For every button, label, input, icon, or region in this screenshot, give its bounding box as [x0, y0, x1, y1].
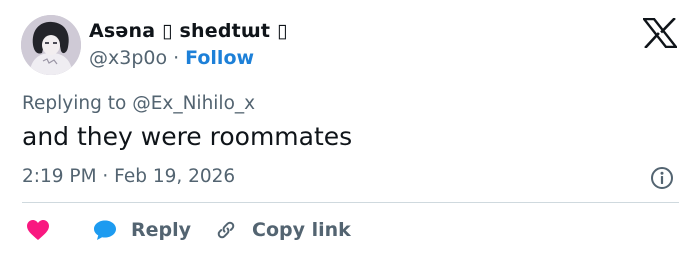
copy-link-button[interactable]: Copy link — [214, 216, 351, 244]
avatar[interactable] — [21, 15, 81, 75]
copy-link-label: Copy link — [252, 219, 351, 241]
replying-to-mention[interactable]: @Ex_Nihilo_x — [132, 93, 255, 114]
follow-button[interactable]: Follow — [185, 47, 254, 69]
reply-button[interactable]: Reply — [93, 216, 191, 244]
author-display-name[interactable]: Asəna ▯ shedtɯt ▯ — [89, 20, 288, 42]
heart-icon — [27, 220, 49, 240]
author-handle-line: @x3p0o · Follow — [89, 47, 254, 69]
embedded-tweet-card: Asəna ▯ shedtɯt ▯ @x3p0o · Follow Replying… — [0, 0, 700, 256]
reply-label: Reply — [131, 219, 192, 241]
x-logo-icon[interactable] — [641, 17, 679, 49]
replying-to-prefix: Replying to — [22, 93, 127, 114]
like-button[interactable] — [26, 216, 50, 244]
handle-separator: · — [173, 47, 180, 69]
info-icon[interactable] — [650, 166, 674, 190]
tweet-timestamp[interactable]: 2:19 PM · Feb 19, 2026 — [22, 166, 235, 187]
link-icon — [217, 221, 235, 239]
chat-bubble-icon — [94, 220, 116, 240]
avatar-image — [21, 15, 81, 75]
action-bar-divider — [22, 202, 679, 203]
author-handle[interactable]: @x3p0o — [89, 47, 167, 69]
tweet-text: and they were roommates — [22, 122, 353, 151]
replying-to-line: Replying to @Ex_Nihilo_x — [22, 93, 255, 114]
